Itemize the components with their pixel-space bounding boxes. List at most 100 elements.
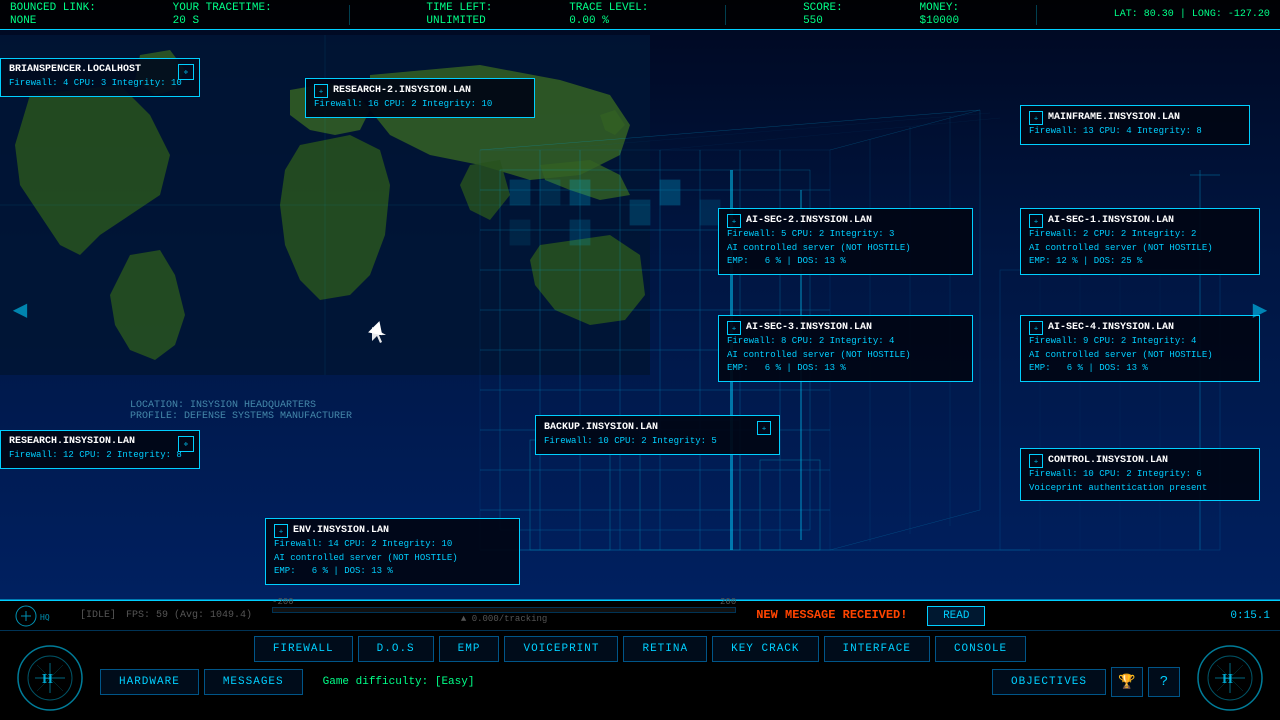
crosshair-small-icon: ✛	[274, 524, 288, 538]
fps-counter: FPS: 59 (Avg: 1049.4)	[126, 610, 252, 621]
node-extra: AI controlled server (NOT HOSTILE)	[1029, 349, 1251, 363]
node-title: ENV.INSYSION.LAN	[293, 525, 389, 536]
messages-button[interactable]: MESSAGES	[204, 669, 303, 695]
bottom-bar: HQ [IDLE] FPS: 59 (Avg: 1049.4) -200 200…	[0, 600, 1280, 720]
node-data: Firewall: 2 CPU: 2 Integrity: 2	[1029, 228, 1251, 242]
node-emp-dos: EMP: 6 % | DOS: 13 %	[727, 362, 964, 376]
dos-button[interactable]: D.O.S	[358, 636, 434, 662]
location-profile: PROFILE: DEFENSE SYSTEMS MANUFACTURER	[130, 411, 352, 422]
node-emp-dos: EMP: 6 % | DOS: 13 %	[274, 565, 511, 579]
node-control[interactable]: ✛ CONTROL.INSYSION.LAN Firewall: 10 CPU:…	[1020, 448, 1260, 501]
node-extra: AI controlled server (NOT HOSTILE)	[1029, 242, 1251, 256]
node-title: CONTROL.INSYSION.LAN	[1048, 455, 1168, 466]
location-info: LOCATION: INSYSION HEADQUARTERS PROFILE:…	[130, 400, 352, 422]
time-left-value: UNLIMITED	[426, 15, 492, 27]
node-mainframe[interactable]: ✛ MAINFRAME.INSYSION.LAN Firewall: 13 CP…	[1020, 105, 1250, 145]
tracetime-section: YOUR TRACETIME: 20 S	[173, 2, 272, 27]
crosshair-small-icon: ✛	[727, 321, 741, 335]
crosshair-icon: ✛	[178, 64, 194, 80]
node-data: Firewall: 9 CPU: 2 Integrity: 4	[1029, 335, 1251, 349]
node-aisec2[interactable]: ✛ AI-SEC-2.INSYSION.LAN Firewall: 5 CPU:…	[718, 208, 973, 275]
node-brianspencer[interactable]: BRIANSPENCER.LOCALHOST Firewall: 4 CPU: …	[0, 58, 200, 97]
trace-level-label: TRACE LEVEL:	[569, 2, 648, 14]
tracking-label: ▲ 0.000/tracking	[272, 614, 736, 624]
node-aisec3[interactable]: ✛ AI-SEC-3.INSYSION.LAN Firewall: 8 CPU:…	[718, 315, 973, 382]
button-rows: H FIREWALL D.O.S EMP VOICEPRINT RETINA K…	[0, 631, 1280, 702]
node-research2[interactable]: ✛ RESEARCH-2.INSYSION.LAN Firewall: 16 C…	[305, 78, 535, 118]
tracetime-label: YOUR TRACETIME:	[173, 2, 272, 14]
read-button[interactable]: READ	[927, 606, 985, 626]
money-label: MONEY:	[920, 2, 960, 14]
node-data: Firewall: 10 CPU: 2 Integrity: 5	[544, 435, 771, 449]
progress-bar	[272, 607, 736, 613]
node-aisec1[interactable]: ✛ AI-SEC-1.INSYSION.LAN Firewall: 2 CPU:…	[1020, 208, 1260, 275]
node-title: AI-SEC-4.INSYSION.LAN	[1048, 322, 1174, 333]
objectives-button[interactable]: OBJECTIVES	[992, 669, 1106, 695]
node-title: AI-SEC-1.INSYSION.LAN	[1048, 215, 1174, 226]
new-message-text: NEW MESSAGE RECEIVED!	[756, 608, 907, 622]
node-data: Firewall: 12 CPU: 2 Integrity: 8	[9, 449, 191, 463]
tracetime-value: 20 S	[173, 15, 272, 27]
svg-text:H: H	[42, 672, 53, 687]
node-emp-dos: EMP: 12 % | DOS: 25 %	[1029, 255, 1251, 269]
time-left-section: TIME LEFT: UNLIMITED	[426, 2, 492, 27]
coordinates: LAT: 80.30 | LONG: -127.20	[1114, 9, 1270, 20]
voiceprint-button[interactable]: VOICEPRINT	[504, 636, 618, 662]
crosshair-icon: ✛	[178, 436, 194, 452]
node-emp-dos: EMP: 6 % | DOS: 13 %	[727, 255, 964, 269]
arrow-left[interactable]: ◀	[5, 285, 35, 335]
logo-right: H	[1190, 640, 1270, 715]
firewall-button[interactable]: FIREWALL	[254, 636, 353, 662]
objectives-area: OBJECTIVES 🏆 ?	[992, 667, 1180, 697]
company-logo-small: HQ	[15, 605, 65, 627]
node-env[interactable]: ✛ ENV.INSYSION.LAN Firewall: 14 CPU: 2 I…	[265, 518, 520, 585]
progress-max: 200	[720, 597, 736, 607]
logo-left: H	[10, 640, 90, 715]
crosshair-small-icon: ✛	[1029, 111, 1043, 125]
console-button[interactable]: CONSOLE	[935, 636, 1026, 662]
retina-button[interactable]: RETINA	[623, 636, 707, 662]
node-extra: AI controlled server (NOT HOSTILE)	[727, 349, 964, 363]
node-data: Firewall: 4 CPU: 3 Integrity: 10	[9, 77, 191, 91]
score-label: SCORE:	[803, 2, 843, 14]
node-data: Firewall: 10 CPU: 2 Integrity: 6	[1029, 468, 1251, 482]
svg-text:HQ: HQ	[40, 613, 50, 622]
node-data: Firewall: 13 CPU: 4 Integrity: 8	[1029, 125, 1241, 139]
svg-text:H: H	[1222, 672, 1233, 687]
top-hud: BOUNCED LINK: NONE YOUR TRACETIME: 20 S …	[0, 0, 1280, 30]
bounced-link-label: BOUNCED LINK:	[10, 2, 96, 14]
node-title: BRIANSPENCER.LOCALHOST	[9, 64, 191, 75]
node-title: RESEARCH.INSYSION.LAN	[9, 436, 191, 447]
bounced-link-section: BOUNCED LINK: NONE	[10, 2, 96, 27]
company-logo-right: H	[1195, 643, 1265, 713]
game-area: BOUNCED LINK: NONE YOUR TRACETIME: 20 S …	[0, 0, 1280, 600]
bounced-link-value: NONE	[10, 15, 96, 27]
progress-container: -200 200 ▲ 0.000/tracking	[272, 607, 736, 624]
idle-status: [IDLE]	[80, 610, 116, 621]
node-backup[interactable]: BACKUP.INSYSION.LAN ✛ Firewall: 10 CPU: …	[535, 415, 780, 455]
hardware-button[interactable]: HARDWARE	[100, 669, 199, 695]
node-data: Firewall: 14 CPU: 2 Integrity: 10	[274, 538, 511, 552]
score-section: SCORE: 550	[803, 2, 843, 27]
node-title: AI-SEC-3.INSYSION.LAN	[746, 322, 872, 333]
trace-level-section: TRACE LEVEL: 0.00 %	[569, 2, 648, 27]
message-area: NEW MESSAGE RECEIVED! READ	[756, 605, 1220, 626]
node-data: Firewall: 5 CPU: 2 Integrity: 3	[727, 228, 964, 242]
crosshair-small-icon: ✛	[727, 214, 741, 228]
interface-button[interactable]: INTERFACE	[824, 636, 930, 662]
emp-button[interactable]: EMP	[439, 636, 500, 662]
node-title: RESEARCH-2.INSYSION.LAN	[333, 85, 471, 96]
node-research[interactable]: RESEARCH.INSYSION.LAN Firewall: 12 CPU: …	[0, 430, 200, 469]
crosshair-small-icon: ✛	[1029, 214, 1043, 228]
help-button[interactable]: ?	[1148, 667, 1180, 697]
key-crack-button[interactable]: KEY CRACK	[712, 636, 818, 662]
node-data: Firewall: 8 CPU: 2 Integrity: 4	[727, 335, 964, 349]
money-value: $10000	[920, 15, 960, 27]
crosshair-small-icon: ✛	[314, 84, 328, 98]
logo-left-small: HQ	[10, 603, 70, 628]
node-data: Firewall: 16 CPU: 2 Integrity: 10	[314, 98, 526, 112]
status-bar: HQ [IDLE] FPS: 59 (Avg: 1049.4) -200 200…	[0, 601, 1280, 631]
arrow-right[interactable]: ▶	[1245, 285, 1275, 335]
node-aisec4[interactable]: ✛ AI-SEC-4.INSYSION.LAN Firewall: 9 CPU:…	[1020, 315, 1260, 382]
trophy-button[interactable]: 🏆	[1111, 667, 1143, 697]
